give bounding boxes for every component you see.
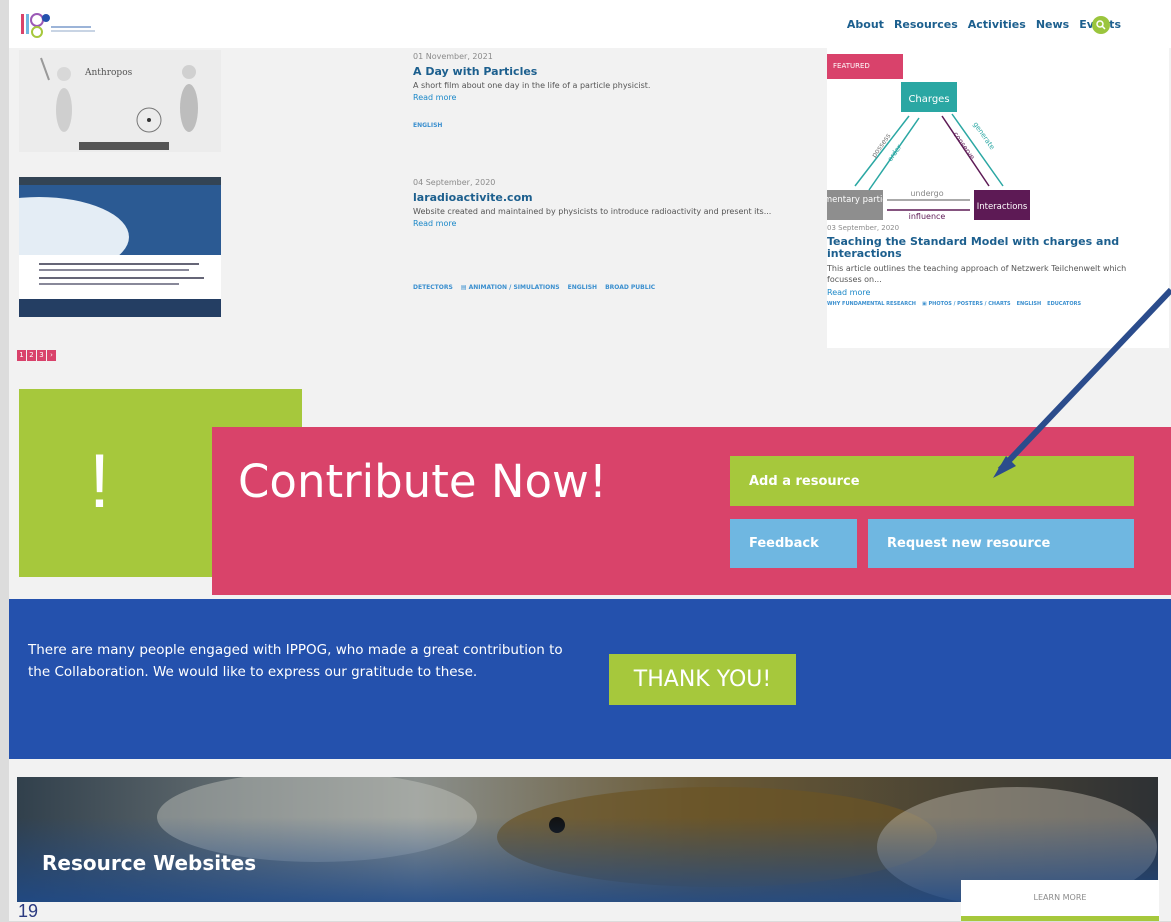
featured-date: 03 September, 2020	[827, 224, 900, 232]
ippog-logo[interactable]	[19, 10, 99, 40]
tag-broad-public[interactable]: BROAD PUBLIC	[605, 284, 655, 291]
article-tags: DETECTORS ▤ ANIMATION / SIMULATIONS ENGL…	[413, 284, 813, 291]
read-more-link[interactable]: Read more	[827, 288, 1162, 297]
learn-more-accent	[961, 916, 1159, 921]
nav-resources[interactable]: Resources	[894, 18, 958, 31]
diagram-influence: influence	[909, 212, 946, 221]
search-button[interactable]	[1092, 16, 1110, 34]
read-more-link[interactable]: Read more	[413, 93, 793, 102]
read-more-link[interactable]: Read more	[413, 219, 813, 228]
search-icon	[1096, 20, 1106, 30]
diagram-order: order	[886, 143, 903, 163]
article-description: A short film about one day in the life o…	[413, 81, 651, 90]
article-thumbnail[interactable]: Anthropos	[19, 50, 221, 152]
nav-news[interactable]: News	[1036, 18, 1069, 31]
tag-animation-label: ANIMATION / SIMULATIONS	[468, 284, 560, 291]
contribute-title: Contribute Now!	[238, 455, 607, 508]
charges-diagram: Charges Elementary particles Interaction…	[827, 82, 1030, 221]
tag-photos[interactable]: ▣ PHOTOS / POSTERS / CHARTS	[922, 301, 1011, 307]
learn-more-button[interactable]: LEARN MORE	[961, 880, 1159, 916]
page: About Resources Activities News Events A…	[9, 0, 1171, 921]
top-bar: About Resources Activities News Events	[9, 0, 1171, 48]
article-item: 01 November, 2021 A Day with Particles A…	[413, 52, 793, 129]
featured-title[interactable]: Teaching the Standard Model with charges…	[827, 236, 1162, 260]
tag-photos-label: PHOTOS / POSTERS / CHARTS	[928, 301, 1011, 307]
add-resource-button[interactable]: Add a resource	[730, 456, 1134, 506]
thumbnail-caption: Anthropos	[84, 68, 133, 78]
thanks-text: There are many people engaged with IPPOG…	[28, 642, 563, 680]
tag-english[interactable]: ENGLISH	[413, 122, 442, 129]
article-description: Website created and maintained by physic…	[413, 207, 772, 216]
chevron-right-icon: ›	[50, 351, 53, 359]
pagination: 1 2 3 ›	[17, 350, 56, 361]
diagram-undergo: undergo	[910, 189, 943, 198]
article-date: 01 November, 2021	[413, 52, 493, 61]
diagram-interactions: Interactions	[977, 202, 1028, 212]
feedback-button[interactable]: Feedback	[730, 519, 857, 568]
article-thumbnail[interactable]	[19, 177, 221, 317]
featured-label: FEATURED	[827, 54, 903, 79]
slide-number: 19	[18, 901, 39, 921]
nav-about[interactable]: About	[847, 18, 884, 31]
article-item: 04 September, 2020 laradioactivite.com W…	[413, 178, 813, 291]
article-title[interactable]: A Day with Particles	[413, 65, 793, 78]
tag-educators[interactable]: EDUCATORS	[1047, 301, 1081, 307]
tag-detectors[interactable]: DETECTORS	[413, 284, 453, 291]
page-3-button[interactable]: 3	[37, 350, 46, 361]
contribute-panel	[212, 427, 1171, 595]
resource-websites-title: Resource Websites	[42, 851, 257, 875]
featured-tags: WHY FUNDAMENTAL RESEARCH ▣ PHOTOS / POST…	[827, 301, 1162, 307]
article-tags: ENGLISH	[413, 122, 793, 129]
page-1-button[interactable]: 1	[17, 350, 26, 361]
tag-english[interactable]: ENGLISH	[1017, 301, 1042, 307]
exclamation-icon: !	[89, 439, 111, 524]
featured-card: FEATURED Charges Elementary particles In…	[827, 42, 1169, 348]
tag-english[interactable]: ENGLISH	[568, 284, 597, 291]
next-page-button[interactable]: ›	[47, 350, 56, 361]
main-nav: About Resources Activities News Events	[847, 18, 1121, 31]
request-resource-button[interactable]: Request new resource	[868, 519, 1134, 568]
article-title[interactable]: laradioactivite.com	[413, 191, 813, 204]
article-date: 04 September, 2020	[413, 178, 496, 187]
nav-activities[interactable]: Activities	[968, 18, 1026, 31]
featured-description: This article outlines the teaching appro…	[827, 264, 1127, 284]
film-icon: ▤	[460, 284, 469, 291]
page-2-button[interactable]: 2	[27, 350, 36, 361]
diagram-charges: Charges	[908, 94, 949, 105]
thank-you-button[interactable]: THANK YOU!	[609, 654, 796, 705]
tag-why-fundamental[interactable]: WHY FUNDAMENTAL RESEARCH	[827, 301, 916, 307]
tag-animation[interactable]: ▤ ANIMATION / SIMULATIONS	[461, 284, 560, 291]
diagram-conserve: conserve	[951, 131, 976, 162]
